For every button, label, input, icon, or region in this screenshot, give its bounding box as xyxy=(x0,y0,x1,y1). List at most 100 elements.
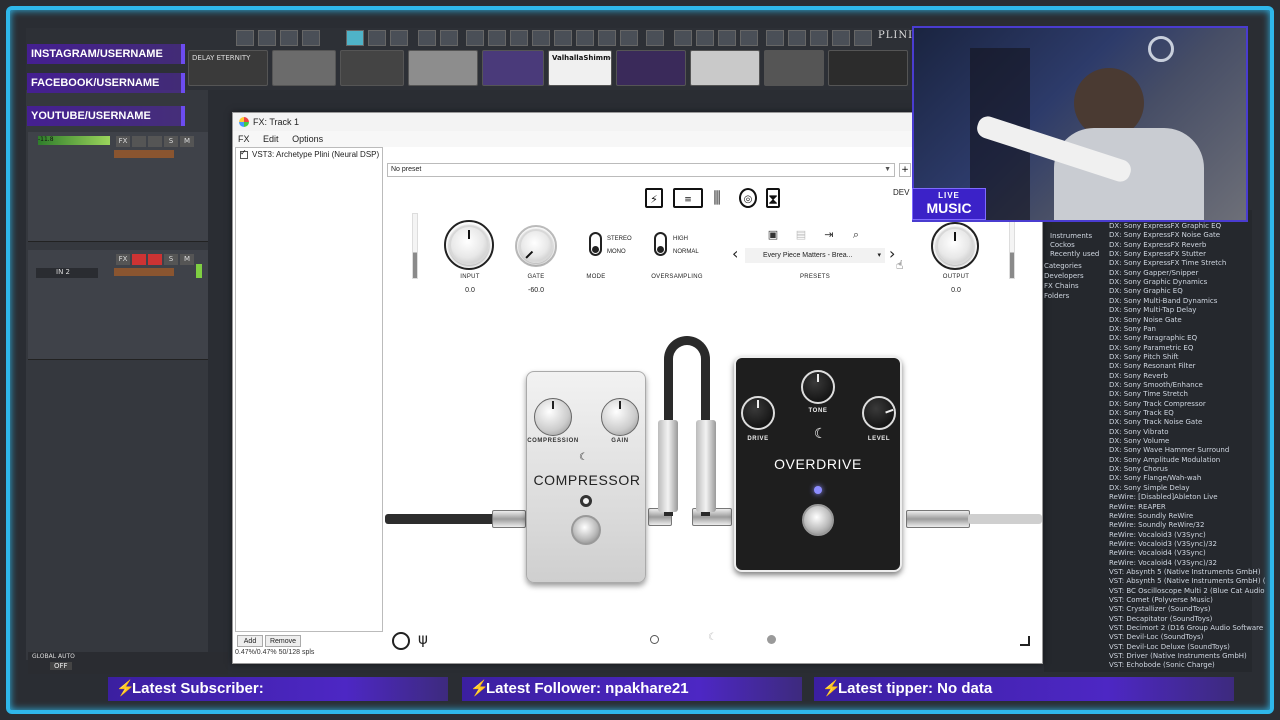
toolbar-icon[interactable] xyxy=(696,30,714,46)
remove-button[interactable]: Remove xyxy=(265,635,301,647)
oversampling-option-normal[interactable]: NORMAL xyxy=(673,249,699,255)
browser-list-item[interactable]: DX: Sony ExpressFX Noise Gate xyxy=(1109,231,1220,239)
browser-list-item[interactable]: ReWire: [Disabled]Ableton Live xyxy=(1109,493,1218,501)
track-fader[interactable] xyxy=(114,268,174,276)
track-solo-button[interactable]: S xyxy=(164,136,178,147)
track-solo-button[interactable]: S xyxy=(164,254,178,265)
tone-knob[interactable] xyxy=(801,370,835,404)
browser-category[interactable]: Cockos xyxy=(1050,241,1075,249)
oversampling-option-high[interactable]: HIGH xyxy=(673,236,688,242)
browser-list-item[interactable]: ReWire: Vocaloid4 (V3Sync) xyxy=(1109,549,1206,557)
toolbar-icon[interactable] xyxy=(532,30,550,46)
browser-list-item[interactable]: VST: Absynth 5 (Native Instruments GmbH)… xyxy=(1109,577,1266,585)
menu-edit[interactable]: Edit xyxy=(263,134,279,144)
browser-list-item[interactable]: DX: Sony Graphic Dynamics xyxy=(1109,278,1207,286)
fx-chain-entry[interactable]: VST3: Archetype Plini (Neural DSP) xyxy=(240,148,379,159)
moon-page-icon[interactable]: ☾ xyxy=(708,632,717,643)
browser-list-item[interactable]: DX: Sony Vibrato xyxy=(1109,428,1169,436)
level-knob[interactable] xyxy=(862,396,896,430)
delay-icon[interactable]: ⧗ xyxy=(766,188,780,208)
browser-list-item[interactable]: ReWire: Soundly ReWire xyxy=(1109,512,1193,520)
mode-option-mono[interactable]: MONO xyxy=(607,249,626,255)
browser-list-item[interactable]: ReWire: REAPER xyxy=(1109,503,1166,511)
toolbar-icon[interactable] xyxy=(718,30,736,46)
menu-options[interactable]: Options xyxy=(292,134,323,144)
plugin-thumb[interactable] xyxy=(408,50,478,86)
compressor-footswitch[interactable] xyxy=(571,515,601,545)
browser-list-item[interactable]: ReWire: Soundly ReWire/32 xyxy=(1109,521,1204,529)
browser-list-item[interactable]: DX: Sony Reverb xyxy=(1109,372,1168,380)
plugin-thumb[interactable] xyxy=(764,50,824,86)
browser-category[interactable]: Folders xyxy=(1044,292,1069,300)
browser-list-item[interactable]: DX: Sony Volume xyxy=(1109,437,1169,445)
toolbar-icon[interactable] xyxy=(854,30,872,46)
save-icon[interactable]: ▣ xyxy=(766,228,780,242)
tuner-icon[interactable] xyxy=(392,632,410,650)
plugin-thumb[interactable] xyxy=(690,50,760,86)
add-button[interactable]: Add xyxy=(237,635,263,647)
toolbar-icon[interactable] xyxy=(832,30,850,46)
browser-list-item[interactable]: DX: Sony Gapper/Snipper xyxy=(1109,269,1198,277)
toolbar-icon[interactable] xyxy=(368,30,386,46)
browser-list-item[interactable]: DX: Sony ExpressFX Time Stretch xyxy=(1109,259,1226,267)
toolbar-icon[interactable] xyxy=(418,30,436,46)
track-fader[interactable] xyxy=(114,150,174,158)
oversampling-toggle[interactable] xyxy=(654,232,667,256)
toolbar-icon[interactable] xyxy=(646,30,664,46)
track-1[interactable]: -11.8 FX S M xyxy=(28,132,208,242)
track-mute-button[interactable]: M xyxy=(180,254,194,265)
browser-category[interactable]: Categories xyxy=(1044,262,1082,270)
track-2[interactable]: FX S M IN 2 xyxy=(28,250,208,360)
browser-list-item[interactable]: VST: Driver (Native Instruments GmbH) xyxy=(1109,652,1247,660)
browser-list-item[interactable]: DX: Sony Track Noise Gate xyxy=(1109,418,1202,426)
overdrive-footswitch[interactable] xyxy=(802,504,834,536)
track-mute-button[interactable]: M xyxy=(180,136,194,147)
plugin-thumb[interactable] xyxy=(272,50,336,86)
browser-list-item[interactable]: DX: Sony ExpressFX Reverb xyxy=(1109,241,1206,249)
reverb-icon[interactable]: ◎ xyxy=(739,188,757,208)
browser-list-item[interactable]: DX: Sony Pitch Shift xyxy=(1109,353,1178,361)
pedal-icon[interactable]: ⚡ xyxy=(645,188,663,208)
toolbar-icon[interactable] xyxy=(390,30,408,46)
browser-category[interactable]: Instruments xyxy=(1050,232,1092,240)
toolbar-icon[interactable] xyxy=(346,30,364,46)
page-dot[interactable] xyxy=(650,635,659,644)
browser-list-item[interactable]: DX: Sony Parametric EQ xyxy=(1109,344,1193,352)
toolbar-icon[interactable] xyxy=(488,30,506,46)
browser-list-item[interactable]: ReWire: Vocaloid3 (V3Sync)/32 xyxy=(1109,540,1217,548)
preset-add-button[interactable]: + xyxy=(899,163,911,177)
plugin-thumb[interactable] xyxy=(340,50,404,86)
plugin-thumb[interactable]: ValhallaShimmer xyxy=(548,50,612,86)
global-auto-button[interactable]: OFF xyxy=(50,662,72,670)
browser-list-item[interactable]: DX: Sony ExpressFX Graphic EQ xyxy=(1109,222,1221,230)
drive-knob[interactable] xyxy=(741,396,775,430)
track-phase-button[interactable] xyxy=(148,136,162,147)
track-arm-button[interactable] xyxy=(132,136,146,147)
track-fx-button[interactable]: FX xyxy=(116,254,130,265)
toolbar-icon[interactable] xyxy=(620,30,638,46)
toolbar-icon[interactable] xyxy=(236,30,254,46)
track-rec-button[interactable] xyxy=(148,254,162,265)
toolbar-icon[interactable] xyxy=(766,30,784,46)
resize-icon[interactable] xyxy=(1020,636,1030,646)
toolbar-icon[interactable] xyxy=(510,30,528,46)
browser-list-item[interactable]: DX: Sony Chorus xyxy=(1109,465,1168,473)
browser-category[interactable]: Developers xyxy=(1044,272,1084,280)
track-input[interactable]: IN 2 xyxy=(36,268,98,278)
browser-list-item[interactable]: DX: Sony Multi-Band Dynamics xyxy=(1109,297,1217,305)
prev-preset-icon[interactable]: ‹ xyxy=(732,244,738,263)
track-fx-button[interactable]: FX xyxy=(116,136,130,147)
browser-list-item[interactable]: DX: Sony ExpressFX Stutter xyxy=(1109,250,1206,258)
browser-category[interactable]: FX Chains xyxy=(1044,282,1079,290)
delete-icon[interactable]: ▤ xyxy=(794,228,808,242)
toolbar-icon[interactable] xyxy=(598,30,616,46)
browser-list-item[interactable]: DX: Sony Paragraphic EQ xyxy=(1109,334,1197,342)
page-dot[interactable] xyxy=(767,635,776,644)
browser-list-item[interactable]: VST: Absynth 5 (Native Instruments GmbH) xyxy=(1109,568,1261,576)
enable-checkbox[interactable] xyxy=(240,148,248,159)
plugin-thumb[interactable] xyxy=(482,50,544,86)
import-icon[interactable]: ⇥ xyxy=(822,228,836,242)
preset-select[interactable]: Every Piece Matters - Brea... ▾ xyxy=(745,248,885,263)
plugin-thumb[interactable]: DELAY ETERNITY xyxy=(188,50,268,86)
browser-list-item[interactable]: VST: Decimort 2 (D16 Group Audio Softwar… xyxy=(1109,624,1263,632)
